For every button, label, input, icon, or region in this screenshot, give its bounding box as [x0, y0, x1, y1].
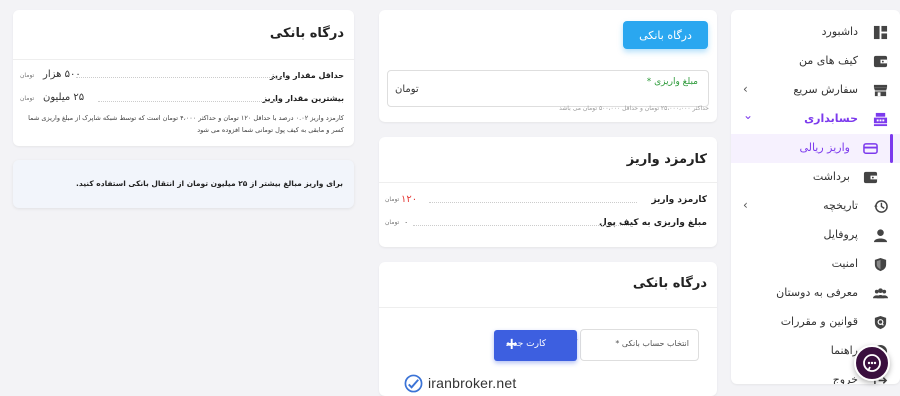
bank-transfer-alert: برای واریز مبالغ بیشتر از ۲۵ میلیون توما… — [13, 160, 354, 208]
support-chat-button[interactable] — [854, 345, 890, 381]
sidebar-item-label: کیف های من — [799, 54, 858, 67]
fee-title: کارمزد واریز — [626, 152, 707, 167]
sidebar-item-security[interactable]: امنیت — [731, 250, 900, 279]
bank-gateway-button[interactable]: درگاه بانکی — [623, 21, 708, 49]
sidebar-item-label: خروج — [832, 373, 858, 384]
sidebar-item-withdraw[interactable]: برداشت — [731, 163, 900, 192]
dotted-leader — [413, 225, 631, 226]
shield-icon — [874, 257, 887, 272]
chevron-left-icon: › — [743, 198, 748, 212]
wallet-amount-label: مبلغ واریزی به کیف پول — [599, 218, 707, 228]
amount-hint: حداکثر ۲۵،۰۰۰،۰۰۰ تومان و حداقل ۵۰۰،۰۰۰ … — [559, 105, 709, 112]
info-title: درگاه بانکی — [269, 26, 344, 41]
watermark-text: iranbroker.net — [428, 375, 517, 391]
min-deposit-value: ۵۰۰ هزار — [43, 69, 81, 80]
sidebar-item-history[interactable]: تاریخچه › — [731, 192, 900, 221]
currency-suffix: تومان — [395, 84, 419, 95]
wallet-amount-unit: تومان — [385, 219, 400, 226]
dashboard-icon — [873, 25, 888, 40]
fee-description: کارمزد واریز ۰.۰۲ درصد با حداقل ۱۲۰ توما… — [28, 114, 344, 134]
history-icon — [873, 200, 888, 213]
divider — [13, 59, 354, 60]
wallet-withdraw-icon — [863, 171, 878, 184]
deposit-amount-card: درگاه بانکی مبلغ واریزی * تومان حداکثر ۲… — [379, 10, 717, 122]
group-icon — [873, 288, 888, 299]
bank-account-select[interactable]: انتخاب حساب بانکی * ▾ — [573, 329, 699, 361]
sidebar-item-profile[interactable]: پروفایل — [731, 221, 900, 250]
sidebar-item-rules[interactable]: قوانین و مقررات — [731, 308, 900, 337]
sidebar-item-label: امنیت — [831, 257, 858, 270]
sidebar-item-dashboard[interactable]: داشبورد — [731, 18, 900, 47]
user-icon — [873, 229, 888, 243]
select-placeholder: انتخاب حساب بانکی * — [615, 339, 689, 348]
divider — [379, 307, 717, 308]
fee-label: کارمزد واریز — [651, 195, 707, 205]
chevron-left-icon: › — [743, 82, 748, 96]
sidebar-item-label: برداشت — [812, 170, 850, 183]
sidebar-item-label: داشبورد — [821, 25, 858, 38]
wallet-amount-value: ۰ — [404, 218, 409, 227]
iranbroker-logo-icon — [404, 374, 423, 392]
dotted-leader — [76, 77, 286, 78]
watermark-logo: iranbroker.net — [404, 373, 516, 393]
cash-register-icon — [873, 112, 888, 127]
sidebar-item-label: معرفی به دوستان — [776, 286, 858, 299]
dotted-leader — [98, 101, 278, 102]
credit-card-icon — [863, 143, 878, 154]
amount-input[interactable]: مبلغ واریزی * تومان — [387, 70, 709, 107]
sidebar-item-label: راهنما — [830, 344, 858, 357]
bank-gateway-card: درگاه بانکی انتخاب حساب بانکی * ▾ کارت ج… — [379, 262, 717, 396]
plus-icon: + — [505, 334, 519, 353]
sidebar-item-label: قوانین و مقررات — [780, 315, 858, 328]
sidebar-item-wallets[interactable]: کیف های من — [731, 47, 900, 76]
sidebar-item-refer[interactable]: معرفی به دوستان — [731, 279, 900, 308]
fee-card: کارمزد واریز کارمزد واریز ۱۲۰ تومان مبلغ… — [379, 137, 717, 247]
gateway-title: درگاه بانکی — [632, 276, 707, 291]
rules-shield-icon — [874, 315, 887, 330]
min-deposit-label: حداقل مقدار واریز — [269, 71, 344, 80]
amount-label: مبلغ واریزی * — [646, 77, 698, 87]
fee-unit: تومان — [385, 196, 400, 203]
min-deposit-unit: تومان — [20, 72, 35, 79]
sidebar-item-quick-order[interactable]: سفارش سریع › — [731, 76, 900, 105]
gateway-info-card: درگاه بانکی حداقل مقدار واریز ۵۰۰ هزار ت… — [13, 10, 354, 146]
wallet-icon — [873, 55, 888, 68]
max-deposit-unit: تومان — [20, 95, 35, 102]
max-deposit-value: ۲۵ میلیون — [43, 92, 85, 103]
fee-value: ۱۲۰ — [401, 194, 418, 205]
new-card-button[interactable]: کارت جدید + — [494, 330, 577, 361]
divider — [379, 182, 717, 183]
sidebar-item-label: سفارش سریع — [793, 83, 858, 96]
dotted-leader — [429, 202, 637, 203]
sidebar-item-accounting[interactable]: حسابداری ⌄ — [731, 105, 900, 134]
sidebar-item-label: واریز ریالی — [799, 141, 850, 154]
sidebar-item-rial-deposit[interactable]: واریز ریالی — [731, 134, 900, 163]
sidebar: داشبورد کیف های من سفارش سریع › حسابداری… — [731, 10, 900, 384]
alert-text: برای واریز مبالغ بیشتر از ۲۵ میلیون توما… — [76, 179, 343, 188]
sidebar-item-label: تاریخچه — [823, 199, 858, 212]
store-icon — [873, 84, 888, 97]
chat-icon — [863, 354, 881, 372]
sidebar-item-label: حسابداری — [804, 112, 858, 125]
sidebar-item-label: پروفایل — [823, 228, 858, 241]
chevron-down-icon: ⌄ — [743, 108, 754, 122]
